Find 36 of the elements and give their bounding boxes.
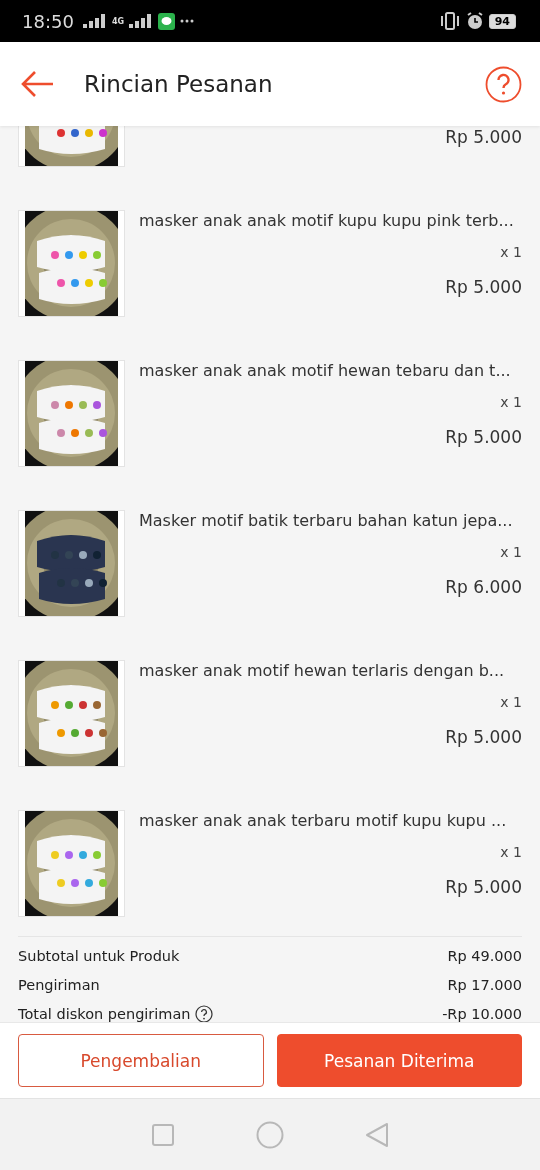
quantity: x 1 bbox=[500, 543, 522, 562]
summary-label: Pengiriman bbox=[18, 976, 100, 993]
summary-label: Subtotal untuk Produk bbox=[18, 947, 180, 964]
quantity: x 1 bbox=[500, 693, 522, 712]
product-name[interactable]: masker anak anak terbaru motif kupu kupu ... bbox=[139, 810, 507, 832]
product-price: Rp 5.000 bbox=[445, 126, 522, 148]
quantity: x 1 bbox=[500, 843, 522, 862]
more-icon bbox=[180, 19, 194, 23]
product-price: Rp 6.000 bbox=[445, 576, 522, 598]
summary-label: Total diskon pengiriman bbox=[18, 1005, 191, 1022]
quantity: x 1 bbox=[500, 243, 522, 262]
help-icon[interactable] bbox=[194, 1004, 213, 1022]
vibrate-icon bbox=[438, 12, 461, 30]
status-time: 18:50 bbox=[22, 10, 74, 32]
summary-value: -Rp 10.000 bbox=[442, 1005, 522, 1022]
product-name[interactable]: Masker motif batik terbaru bahan katun jepa... bbox=[139, 510, 513, 532]
product-price: Rp 5.000 bbox=[445, 876, 522, 898]
return-button[interactable]: Pengembalian bbox=[18, 1034, 264, 1087]
alarm-icon bbox=[465, 12, 484, 30]
product-price: Rp 5.000 bbox=[445, 276, 522, 298]
summary-value: Rp 17.000 bbox=[447, 976, 522, 993]
product-name[interactable]: masker anak anak motif kupu kupu pink terb... bbox=[139, 210, 514, 232]
signal-icon bbox=[82, 14, 107, 28]
product-price: Rp 5.000 bbox=[445, 726, 522, 748]
page-title: Rincian Pesanan bbox=[84, 71, 274, 97]
summary-value: Rp 49.000 bbox=[447, 947, 522, 964]
product-price: Rp 5.000 bbox=[445, 426, 522, 448]
network-type: 4G bbox=[111, 16, 124, 26]
signal-icon bbox=[129, 14, 153, 28]
product-name[interactable]: masker anak motif hewan terlaris dengan b... bbox=[139, 660, 505, 682]
battery-indicator: 94 bbox=[488, 13, 516, 29]
quantity: x 1 bbox=[500, 393, 522, 412]
back-arrow-icon[interactable] bbox=[20, 70, 54, 98]
confirm-button[interactable]: Pesanan Diterima bbox=[276, 1034, 522, 1087]
chat-app-icon bbox=[158, 12, 175, 30]
product-name[interactable]: masker anak anak motif hewan tebaru dan t... bbox=[139, 360, 511, 382]
